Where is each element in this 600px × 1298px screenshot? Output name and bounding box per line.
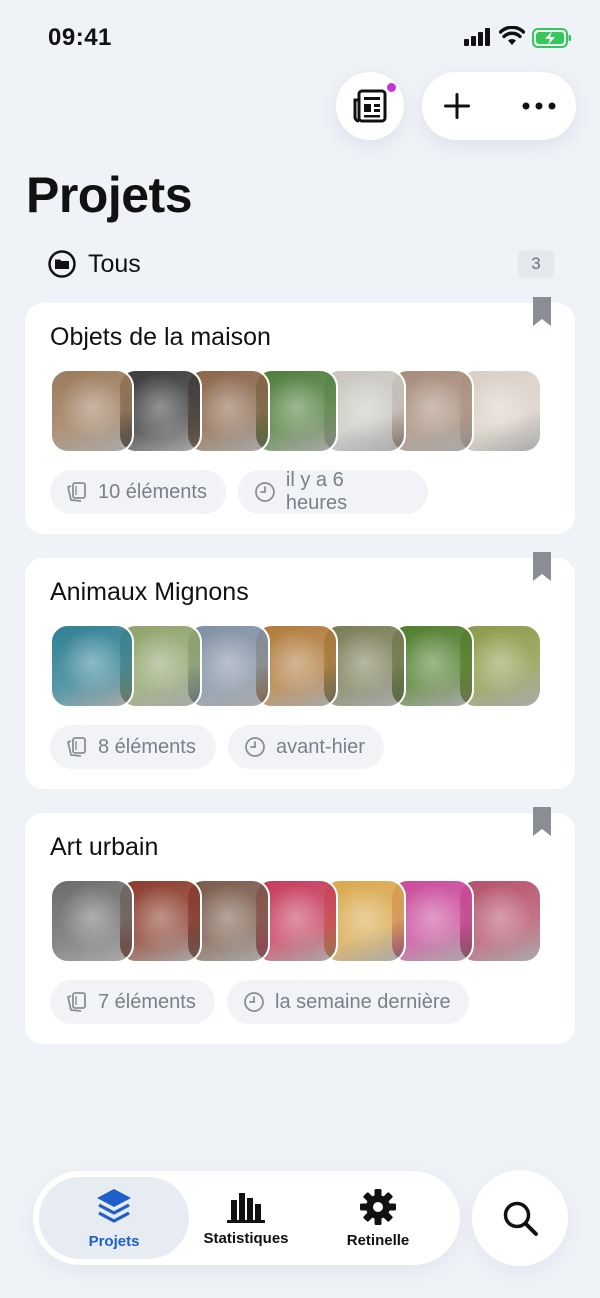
item-count-chip: 7 éléments xyxy=(50,980,215,1024)
nav-label: Statistiques xyxy=(203,1229,289,1247)
stack-icon xyxy=(67,992,86,1012)
thumbnail-strip xyxy=(50,369,542,453)
page-title: Projets xyxy=(26,167,193,223)
thumbnail-strip xyxy=(50,624,542,708)
status-bar: 09:41 xyxy=(0,0,600,76)
bookmark-icon[interactable] xyxy=(533,807,551,837)
stack-icon xyxy=(67,482,86,502)
bookmark-icon[interactable] xyxy=(533,552,551,582)
updated-time-label: la semaine dernière xyxy=(275,990,451,1013)
clock-icon xyxy=(244,992,264,1012)
layers-icon xyxy=(97,1188,131,1223)
updated-time-label: avant-hier xyxy=(276,735,365,758)
actions-pill xyxy=(422,72,576,140)
project-count-badge: 3 xyxy=(518,250,554,278)
updated-time-chip: la semaine dernière xyxy=(227,980,469,1024)
thumbnail-strip xyxy=(50,879,542,963)
thumbnail-dining-room[interactable] xyxy=(50,369,134,453)
bottom-nav: Projets Statistiques Retinelle xyxy=(33,1171,460,1265)
nav-item-retinelle[interactable]: Retinelle xyxy=(303,1177,453,1259)
bookmark-icon[interactable] xyxy=(533,297,551,327)
plus-icon[interactable] xyxy=(442,91,472,121)
item-count-chip: 10 éléments xyxy=(50,470,226,514)
nav-item-projets[interactable]: Projets xyxy=(39,1177,189,1259)
project-title: Art urbain xyxy=(50,833,159,861)
item-count-label: 7 éléments xyxy=(98,990,196,1013)
clock-icon xyxy=(255,482,275,502)
updated-time-label: il y a 6 heures xyxy=(285,469,348,514)
thumbnail-sea-turtle[interactable] xyxy=(50,624,134,708)
project-title: Animaux Mignons xyxy=(50,578,249,606)
gear-icon xyxy=(360,1188,396,1225)
item-count-label: 10 éléments xyxy=(98,480,207,503)
status-time: 09:41 xyxy=(48,24,112,51)
item-count-label: 8 éléments xyxy=(98,735,196,758)
search-button[interactable] xyxy=(472,1170,568,1266)
notification-dot xyxy=(386,82,397,93)
nav-item-statistiques[interactable]: Statistiques xyxy=(171,1177,321,1259)
folder-icon xyxy=(48,250,76,278)
updated-time-chip: il y a 6 heures xyxy=(238,469,428,514)
wifi-icon xyxy=(499,26,525,45)
nav-label: Projets xyxy=(88,1232,140,1250)
newspaper-icon xyxy=(353,89,387,123)
battery-charging-icon xyxy=(532,28,571,48)
nav-label: Retinelle xyxy=(346,1231,410,1249)
project-card[interactable]: Objets de la maison 10 éléments il y a 6 h… xyxy=(25,297,575,534)
stack-icon xyxy=(67,737,86,757)
search-icon xyxy=(503,1201,538,1236)
thumbnail-graffiti-face[interactable] xyxy=(50,879,134,963)
filter-label: Tous xyxy=(88,249,141,278)
cellular-signal-icon xyxy=(464,28,490,46)
more-icon[interactable] xyxy=(522,102,556,110)
bar-chart-icon xyxy=(227,1192,265,1223)
updated-time-chip: avant-hier xyxy=(228,725,384,769)
project-card[interactable]: Art urbain 7 éléments la semaine dernière xyxy=(25,807,575,1044)
project-card[interactable]: Animaux Mignons 8 éléments avant-hier xyxy=(25,552,575,789)
filter-all[interactable]: Tous 3 xyxy=(48,248,554,280)
project-title: Objets de la maison xyxy=(50,323,271,351)
clock-icon xyxy=(245,737,265,757)
item-count-chip: 8 éléments xyxy=(50,725,216,769)
